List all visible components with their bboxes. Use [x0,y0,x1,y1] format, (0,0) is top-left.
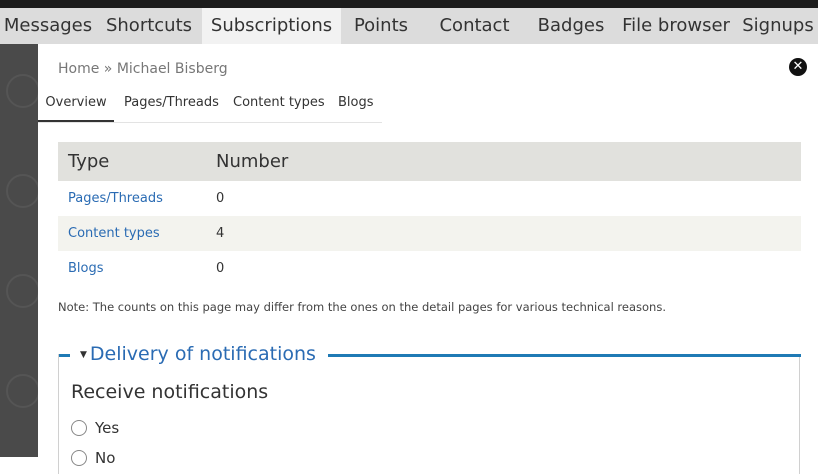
radio-option-yes[interactable]: Yes [71,417,119,439]
radio-label: No [95,449,116,467]
subscriptions-panel: Home » Michael Bisberg ✕ Overview Pages/… [38,44,818,474]
receive-notifications-title: Receive notifications [71,381,269,403]
type-link-content-types[interactable]: Content types [68,216,160,251]
tab-badges[interactable]: Badges [528,8,614,44]
radio-option-no[interactable]: No [71,447,115,469]
breadcrumb-current: Michael Bisberg [116,61,228,77]
close-icon: ✕ [792,59,804,74]
breadcrumb: Home » Michael Bisberg [58,61,228,77]
radio-button[interactable] [71,420,87,436]
sub-tab-bar: Overview Pages/Threads Content types Blo… [38,88,382,123]
pattern-ornament [6,174,38,208]
delivery-legend-toggle[interactable]: ▼ Delivery of notifications [78,343,328,365]
tab-contact[interactable]: Contact [421,8,528,44]
column-header-number: Number [216,151,289,172]
tab-points[interactable]: Points [341,8,421,44]
close-button[interactable]: ✕ [789,58,807,76]
table-row: Blogs 0 [58,251,801,286]
subtab-content-types[interactable]: Content types [233,88,325,122]
tab-subscriptions[interactable]: Subscriptions [202,8,341,44]
table-header-row: Type Number [58,142,801,181]
subtab-blogs[interactable]: Blogs [338,88,374,122]
subtab-pages-threads[interactable]: Pages/Threads [124,88,219,122]
tab-shortcuts[interactable]: Shortcuts [96,8,202,44]
subtab-overview[interactable]: Overview [38,88,114,122]
tab-signups[interactable]: Signups [738,8,818,44]
number-cell: 4 [216,226,225,241]
breadcrumb-home-link[interactable]: Home [58,61,99,77]
caret-down-icon: ▼ [80,349,87,360]
counts-note: Note: The counts on this page may differ… [58,300,666,314]
tab-messages[interactable]: Messages [0,8,96,44]
subscriptions-table: Type Number Pages/Threads 0 Content type… [58,142,801,286]
top-strip [0,0,818,8]
legend-rule-right [312,354,801,357]
delivery-legend-label: Delivery of notifications [89,343,316,365]
radio-label: Yes [95,419,120,437]
type-link-blogs[interactable]: Blogs [68,251,104,286]
number-cell: 0 [216,261,225,276]
left-background-panel [0,44,38,457]
table-row: Content types 4 [58,216,801,251]
pattern-ornament [6,74,38,108]
main-tab-bar: Messages Shortcuts Subscriptions Points … [0,8,818,44]
delivery-fieldset: ▼ Delivery of notifications Receive notif… [58,343,801,474]
pattern-ornament [6,274,38,308]
pattern-ornament [6,374,38,408]
legend-rule-left [59,354,70,357]
type-link-pages-threads[interactable]: Pages/Threads [68,181,163,216]
number-cell: 0 [216,191,225,206]
breadcrumb-separator: » [103,61,113,77]
tab-file-browser[interactable]: File browser [614,8,738,44]
table-row: Pages/Threads 0 [58,181,801,216]
radio-button[interactable] [71,450,87,466]
column-header-type: Type [68,151,110,172]
